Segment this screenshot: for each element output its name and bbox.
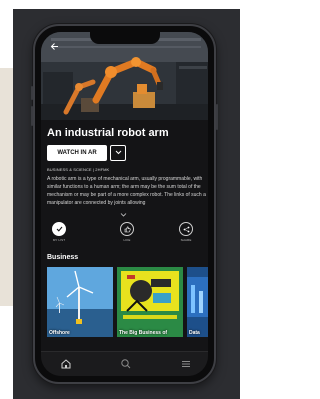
- background-left-image: [0, 68, 13, 306]
- cards-row: Offshore The Big Business of Data: [47, 267, 208, 337]
- card-image-illustration: [117, 267, 183, 337]
- like-label: LIKE: [123, 238, 131, 242]
- share-label: SHARE: [180, 238, 192, 242]
- phone-notch: [89, 32, 160, 44]
- page-title: An industrial robot arm: [47, 127, 169, 139]
- check-icon: [52, 222, 66, 236]
- home-icon[interactable]: [59, 357, 73, 371]
- bottom-navigation: [41, 351, 208, 376]
- watch-in-ar-button[interactable]: WATCH IN AR: [47, 145, 107, 161]
- card-image-data: [187, 267, 208, 337]
- like-action[interactable]: LIKE: [112, 222, 142, 242]
- my-list-label: MY LIST: [52, 238, 66, 242]
- card-label: Data: [189, 330, 200, 336]
- expand-description-icon[interactable]: [120, 213, 127, 219]
- card-label: Offshore: [49, 330, 70, 336]
- app-screen: An industrial robot arm WATCH IN AR BUSI…: [41, 32, 208, 376]
- my-list-action[interactable]: MY LIST: [44, 222, 74, 242]
- category-label: BUSINESS & SCIENCE | 2HFMK: [47, 167, 110, 172]
- menu-icon[interactable]: [179, 357, 193, 371]
- section-title: Business: [47, 254, 79, 261]
- chevron-down-icon: [115, 150, 122, 157]
- search-icon[interactable]: [119, 357, 133, 371]
- options-dropdown-button[interactable]: [110, 145, 126, 161]
- content-card[interactable]: The Big Business of: [117, 267, 183, 337]
- thumbs-up-icon: [120, 222, 134, 236]
- phone-side-button: [216, 104, 218, 130]
- card-image-wind-turbine: [47, 267, 113, 337]
- phone-side-button: [31, 86, 33, 100]
- phone-frame: An industrial robot arm WATCH IN AR BUSI…: [31, 24, 218, 384]
- share-action[interactable]: SHARE: [171, 222, 201, 242]
- card-label: The Big Business of: [119, 330, 168, 336]
- content-card[interactable]: Data: [187, 267, 208, 337]
- hero-image: [41, 32, 208, 120]
- share-icon: [179, 222, 193, 236]
- content-card[interactable]: Offshore: [47, 267, 113, 337]
- phone-side-button: [31, 106, 33, 126]
